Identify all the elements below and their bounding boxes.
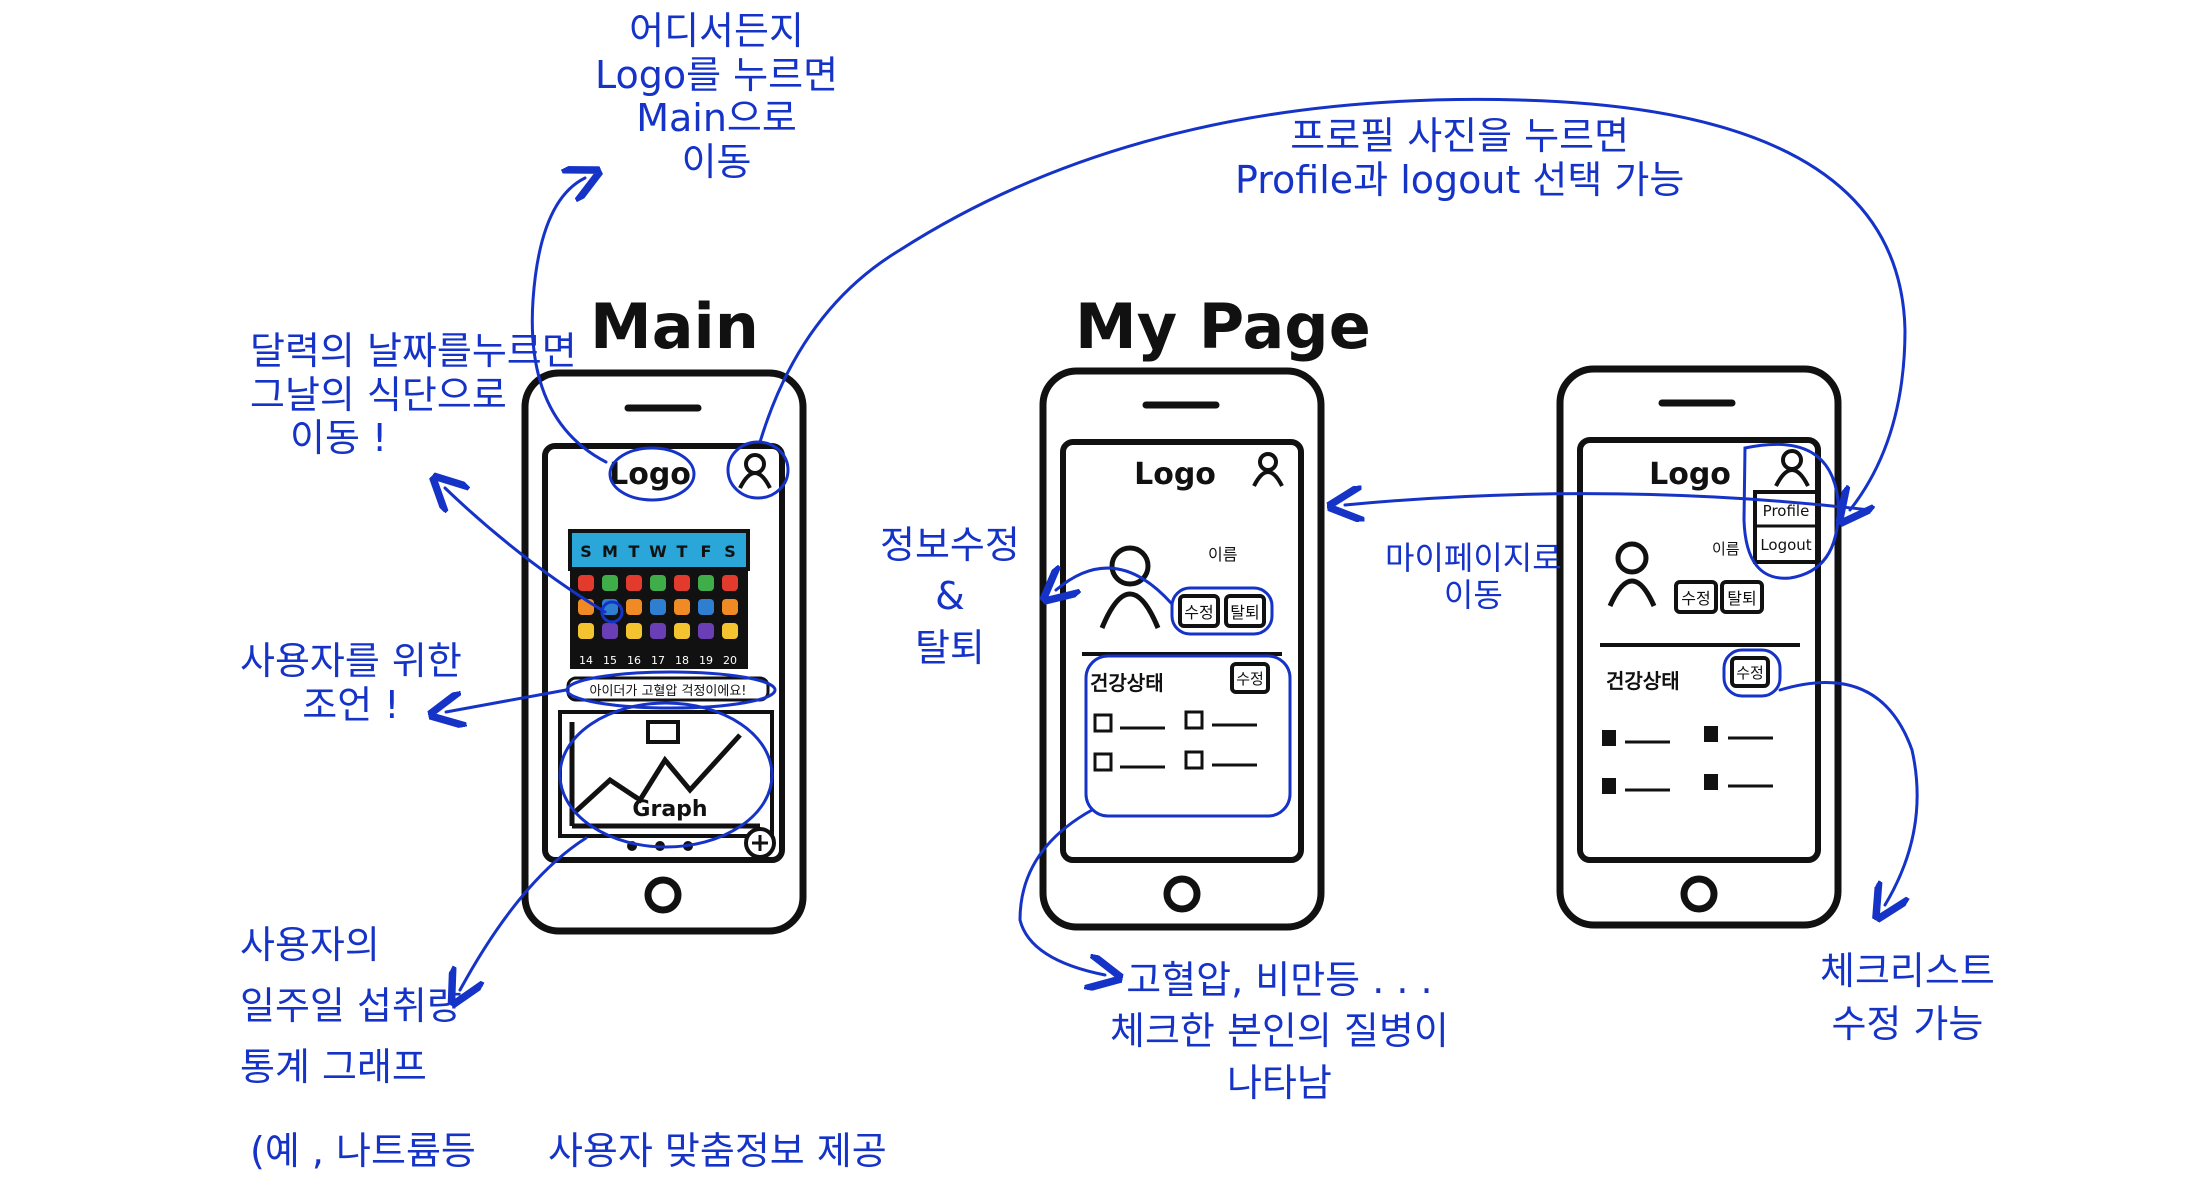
note-edit: 정보수정 & 탈퇴 [880, 520, 1020, 674]
calendar-header-day: S [580, 542, 592, 561]
calendar-day[interactable] [626, 623, 642, 639]
note-disease: 고혈압, 비만등 . . . 체크한 본인의 질병이 나타남 [1110, 955, 1449, 1109]
home-button[interactable] [644, 876, 682, 914]
calendar-header-day: T [629, 542, 640, 561]
note-line: 일주일 섭취량 [240, 983, 462, 1028]
note-line: 정보수정 [880, 523, 1020, 567]
note-line: 나타남 [1226, 1060, 1332, 1105]
note-line: (예 , 나트륨등 [250, 1129, 476, 1173]
calendar-date[interactable]: 20 [723, 654, 737, 667]
note-line: 그날의 식단으로 [250, 372, 507, 417]
calendar-day[interactable] [698, 575, 714, 591]
note-line: Logo를 누르면 [595, 52, 839, 97]
calendar-day[interactable] [674, 599, 690, 615]
screen-title-main: Main [590, 290, 759, 363]
graph-label: Graph [632, 797, 707, 822]
phone-mypage-menu: Logo Profile Logout 이름 수정 탈퇴 건강상태 수정 [1556, 365, 1842, 929]
home-button[interactable] [1163, 875, 1201, 913]
note-mypage-move: 마이페이지로 이동 [1385, 540, 1562, 614]
note-line: 수정 가능 [1831, 1002, 1984, 1047]
note-line: 이동 [1443, 575, 1503, 614]
health-label: 건강상태 [1090, 671, 1164, 695]
note-graph: 사용자의 일주일 섭취량 통계 그래프 [240, 915, 462, 1097]
note-logo: 어디서든지 Logo를 누르면 Main으로 이동 [595, 9, 839, 185]
note-graph-extra: (예 , 나트륨등 사용자 맞춤정보 제공 [250, 1129, 887, 1174]
edit-button-label: 수정 [1681, 589, 1710, 608]
home-button[interactable] [1680, 875, 1718, 913]
withdraw-button-label: 탈퇴 [1230, 603, 1259, 622]
phone-mypage: Logo 이름 수정 탈퇴 건강상태 수정 [1039, 367, 1325, 931]
note-line: 달력의 날짜를누르면 [250, 329, 577, 373]
note-line: 탈퇴 [914, 625, 985, 670]
calendar-header-day: F [701, 542, 712, 561]
logo[interactable]: Logo [609, 457, 691, 492]
note-profile: 프로필 사진을 누르면 Profile과 logout 선택 가능 [1235, 114, 1685, 202]
screen-title-mypage: My Page [1075, 290, 1371, 363]
calendar-day[interactable] [722, 623, 738, 639]
calendar-header-day: M [602, 542, 618, 561]
calendar-day[interactable] [674, 623, 690, 639]
health-edit-label: 수정 [1736, 664, 1764, 682]
logo[interactable]: Logo [1649, 457, 1731, 492]
calendar-date[interactable]: 14 [579, 654, 593, 667]
note-line: Profile과 logout 선택 가능 [1235, 157, 1685, 202]
note-line: 이동 ! [290, 416, 388, 461]
screen [1060, 439, 1304, 863]
note-line: 프로필 사진을 누르면 [1290, 114, 1630, 158]
calendar-day[interactable] [650, 575, 666, 591]
withdraw-button-label: 탈퇴 [1727, 589, 1756, 608]
logo[interactable]: Logo [1134, 457, 1216, 492]
calendar-day[interactable] [626, 599, 642, 615]
menu-logout[interactable]: Logout [1760, 536, 1811, 554]
note-line: 사용자 맞춤정보 제공 [547, 1129, 887, 1173]
note-checklist: 체크리스트 수정 가능 [1820, 945, 1995, 1051]
note-line: 사용자를 위한 [240, 639, 462, 683]
note-line: 어디서든지 [629, 9, 804, 53]
note-line: 통계 그래프 [240, 1044, 427, 1089]
calendar-header-day: T [677, 542, 688, 561]
note-calendar: 달력의 날짜를누르면 그날의 식단으로 이동 ! [250, 329, 577, 461]
calendar-day[interactable] [674, 575, 690, 591]
calendar-day[interactable] [650, 623, 666, 639]
calendar-date[interactable]: 17 [651, 654, 665, 667]
calendar-day[interactable] [578, 575, 594, 591]
calendar-day[interactable] [698, 623, 714, 639]
calendar-day[interactable] [722, 575, 738, 591]
name-label: 이름 [1712, 540, 1740, 558]
calendar-date[interactable]: 19 [699, 654, 713, 667]
name-label: 이름 [1208, 545, 1237, 564]
note-line: 조언 ! [302, 682, 400, 727]
calendar-day[interactable] [722, 599, 738, 615]
note-line: 마이페이지로 [1385, 539, 1562, 577]
note-line: 고혈압, 비만등 . . . [1126, 958, 1433, 1002]
calendar-day[interactable] [626, 575, 642, 591]
health-label: 건강상태 [1606, 669, 1680, 693]
calendar-date[interactable]: 16 [627, 654, 641, 667]
calendar-header-day: S [724, 542, 736, 561]
wireframe-board: Logo SMTWTFS 14 15 16 17 18 19 20 아이더가 고혈압 걱정이… [0, 0, 2199, 1196]
calendar-day[interactable] [602, 575, 618, 591]
note-advice: 사용자를 위한 조언 ! [240, 639, 462, 727]
floating-action-button[interactable] [744, 827, 776, 859]
note-line: 사용자의 [240, 923, 380, 967]
calendar-date[interactable]: 15 [603, 654, 617, 667]
weekly-graph: Graph [558, 710, 774, 851]
calendar-date[interactable]: 18 [675, 654, 689, 667]
calendar: SMTWTFS 14 15 16 17 18 19 20 [568, 529, 750, 669]
calendar-day[interactable] [602, 623, 618, 639]
health-edit-label: 수정 [1236, 670, 1264, 688]
note-line: & [935, 574, 965, 619]
edit-button-label: 수정 [1184, 603, 1213, 622]
note-line: 이동 [681, 140, 752, 185]
calendar-day[interactable] [698, 599, 714, 615]
note-line: Main으로 [636, 96, 797, 141]
note-line: 체크리스트 [1820, 949, 1995, 993]
advice-text: 아이더가 고혈압 걱정이에요! [590, 684, 747, 699]
calendar-day[interactable] [578, 623, 594, 639]
note-line: 체크한 본인의 질병이 [1110, 1009, 1449, 1054]
menu-profile[interactable]: Profile [1763, 502, 1810, 520]
calendar-header-day: W [649, 542, 667, 561]
calendar-day[interactable] [650, 599, 666, 615]
